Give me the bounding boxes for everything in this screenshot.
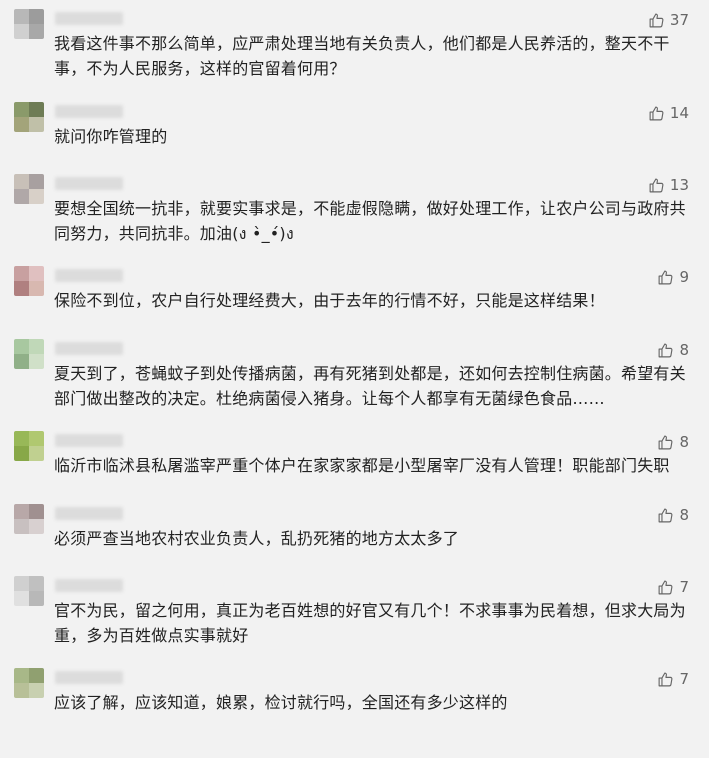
like-count: 37	[669, 11, 689, 29]
like-button[interactable]: 8	[657, 431, 689, 453]
avatar[interactable]	[14, 504, 44, 534]
like-count: 7	[679, 670, 689, 688]
comment-text: 保险不到位，农户自行处理经费大，由于去年的行情不好，只能是这样结果！	[54, 291, 605, 310]
thumbs-up-icon	[657, 671, 674, 688]
comment-text: 夏天到了，苍蝇蚊子到处传播病菌，再有死猪到处都是，还如何去控制住病菌。希望有关部…	[54, 364, 686, 408]
thumbs-up-icon	[657, 507, 674, 524]
like-button[interactable]: 37	[648, 9, 689, 31]
thumbs-up-icon	[657, 434, 674, 451]
comment-text: 应该了解，应该知道，娘累，检讨就行吗，全国还有多少这样的	[54, 693, 508, 712]
commenter-name-blurred	[55, 342, 123, 355]
comment-text: 必须严查当地农村农业负责人，乱扔死猪的地方太太多了	[54, 529, 460, 548]
commenter-name-blurred	[55, 507, 123, 520]
thumbs-up-icon	[657, 579, 674, 596]
avatar[interactable]	[14, 9, 44, 39]
thumbs-up-icon	[648, 177, 665, 194]
like-count: 9	[679, 268, 689, 286]
like-count: 8	[679, 433, 689, 451]
commenter-name-blurred	[55, 579, 123, 592]
avatar[interactable]	[14, 339, 44, 369]
comment-item: 37 我看这件事不那么简单，应严肃处理当地有关负责人，他们都是人民养活的，整天不干…	[0, 9, 709, 99]
commenter-name-blurred	[55, 671, 123, 684]
like-button[interactable]: 9	[657, 266, 689, 288]
comment-text: 要想全国统一抗非，就要实事求是，不能虚假隐瞒，做好处理工作，让农户公司与政府共同…	[54, 199, 686, 243]
avatar[interactable]	[14, 174, 44, 204]
commenter-name-blurred	[55, 434, 123, 447]
like-button[interactable]: 7	[657, 576, 689, 598]
avatar[interactable]	[14, 668, 44, 698]
comment-text: 就问你咋管理的	[54, 127, 168, 146]
comment-text: 官不为民，留之何用，真正为老百姓想的好官又有几个！不求事事为民着想，但求大局为重…	[54, 601, 686, 645]
commenter-name-blurred	[55, 269, 123, 282]
like-button[interactable]: 8	[657, 339, 689, 361]
thumbs-up-icon	[648, 105, 665, 122]
like-count: 8	[679, 506, 689, 524]
commenter-name-blurred	[55, 177, 123, 190]
like-count: 14	[669, 104, 689, 122]
like-button[interactable]: 14	[648, 102, 689, 124]
like-count: 13	[669, 176, 689, 194]
thumbs-up-icon	[648, 12, 665, 29]
avatar[interactable]	[14, 102, 44, 132]
thumbs-up-icon	[657, 342, 674, 359]
comment-item: 7 官不为民，留之何用，真正为老百姓想的好官又有几个！不求事事为民着想，但求大局为…	[0, 576, 709, 666]
commenter-name-blurred	[55, 12, 123, 25]
like-button[interactable]: 8	[657, 504, 689, 526]
like-button[interactable]: 7	[657, 668, 689, 690]
thumbs-up-icon	[657, 269, 674, 286]
like-count: 7	[679, 578, 689, 596]
like-count: 8	[679, 341, 689, 359]
comment-text: 我看这件事不那么简单，应严肃处理当地有关负责人，他们都是人民养活的，整天不干事，…	[54, 34, 670, 78]
like-button[interactable]: 13	[648, 174, 689, 196]
avatar[interactable]	[14, 266, 44, 296]
avatar[interactable]	[14, 576, 44, 606]
comment-item: 13 要想全国统一抗非，就要实事求是，不能虚假隐瞒，做好处理工作，让农户公司与政府…	[0, 174, 709, 264]
comment-list: 37 我看这件事不那么简单，应严肃处理当地有关负责人，他们都是人民养活的，整天不干…	[0, 0, 709, 718]
comment-text: 临沂市临沭县私屠滥宰严重个体户在家家家都是小型屠宰厂没有人管理！职能部门失职	[54, 456, 670, 475]
avatar[interactable]	[14, 431, 44, 461]
comment-item: 7 应该了解，应该知道，娘累，检讨就行吗，全国还有多少这样的	[0, 668, 709, 758]
commenter-name-blurred	[55, 105, 123, 118]
comment-item: 8 夏天到了，苍蝇蚊子到处传播病菌，再有死猪到处都是，还如何去控制住病菌。希望有关…	[0, 339, 709, 429]
